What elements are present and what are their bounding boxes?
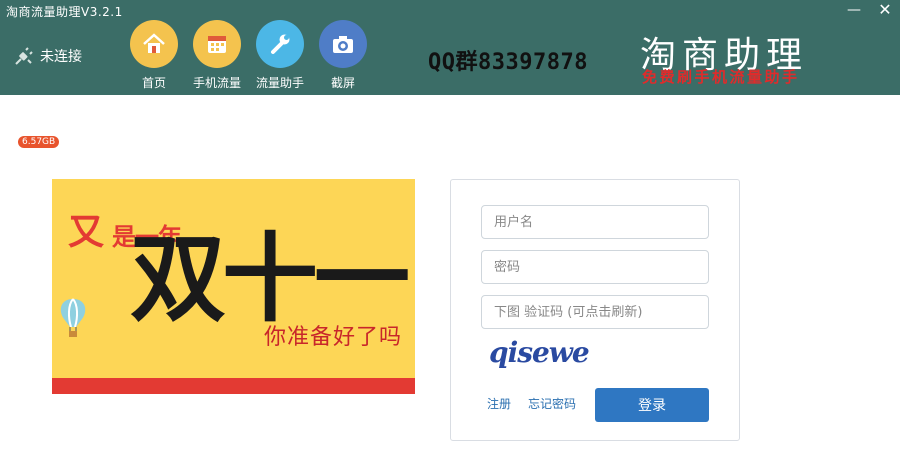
close-button[interactable]: ✕ (873, 0, 897, 20)
nav-mobile-traffic-label: 手机流量 (192, 76, 241, 90)
camera-icon (319, 20, 367, 68)
login-button[interactable]: 登录 (595, 388, 709, 422)
nav-screenshot-button[interactable]: 截屏 (308, 20, 378, 92)
banner-subline: 你准备好了吗 (264, 325, 403, 350)
nav-traffic-assistant-label: 流量助手 (255, 76, 304, 90)
qq-group-text: QQ群83397878 (428, 50, 588, 75)
captcha-input[interactable] (481, 295, 709, 329)
promo-banner[interactable]: 又 是一年 双十一 你准备好了吗 (52, 179, 415, 394)
connection-status-label: 未连接 (40, 49, 82, 65)
username-input[interactable] (481, 205, 709, 239)
nav-mobile-traffic-button[interactable]: 手机流量 (182, 20, 252, 92)
header-bar: 淘商流量助理V3.2.1 — ✕ 未连接 首页 手机流量 流量助手 截屏 QQ群… (0, 0, 900, 95)
password-input[interactable] (481, 250, 709, 284)
nav-home-button[interactable]: 首页 (119, 20, 189, 92)
calendar-icon (193, 20, 241, 68)
brand-slogan: 免费刷手机流量助手 (642, 68, 800, 86)
register-link[interactable]: 注册 (487, 395, 511, 412)
hot-air-balloon-icon (60, 298, 86, 337)
banner-footer-stripe (52, 378, 415, 394)
login-panel: qisewe 注册 忘记密码 登录 (450, 179, 740, 441)
connection-status[interactable]: 未连接 (12, 44, 82, 68)
captcha-image[interactable]: qisewe (489, 336, 590, 369)
banner-text-again: 又 (68, 212, 105, 253)
nav-home-label: 首页 (141, 76, 166, 90)
wrench-icon (256, 20, 304, 68)
window-title: 淘商流量助理V3.2.1 (6, 5, 123, 19)
banner-headline: 双十一 (130, 223, 410, 335)
nav-traffic-assistant-button[interactable]: 流量助手 (245, 20, 315, 92)
home-icon (130, 20, 178, 68)
forgot-password-link[interactable]: 忘记密码 (528, 395, 576, 412)
nav-screenshot-label: 截屏 (330, 76, 355, 90)
plug-disconnected-icon (15, 47, 33, 65)
memory-badge: 6.57GB (18, 136, 60, 148)
minimize-button[interactable]: — (842, 0, 866, 20)
app-window: 淘商流量助理V3.2.1 — ✕ 未连接 首页 手机流量 流量助手 截屏 QQ群… (0, 0, 900, 476)
